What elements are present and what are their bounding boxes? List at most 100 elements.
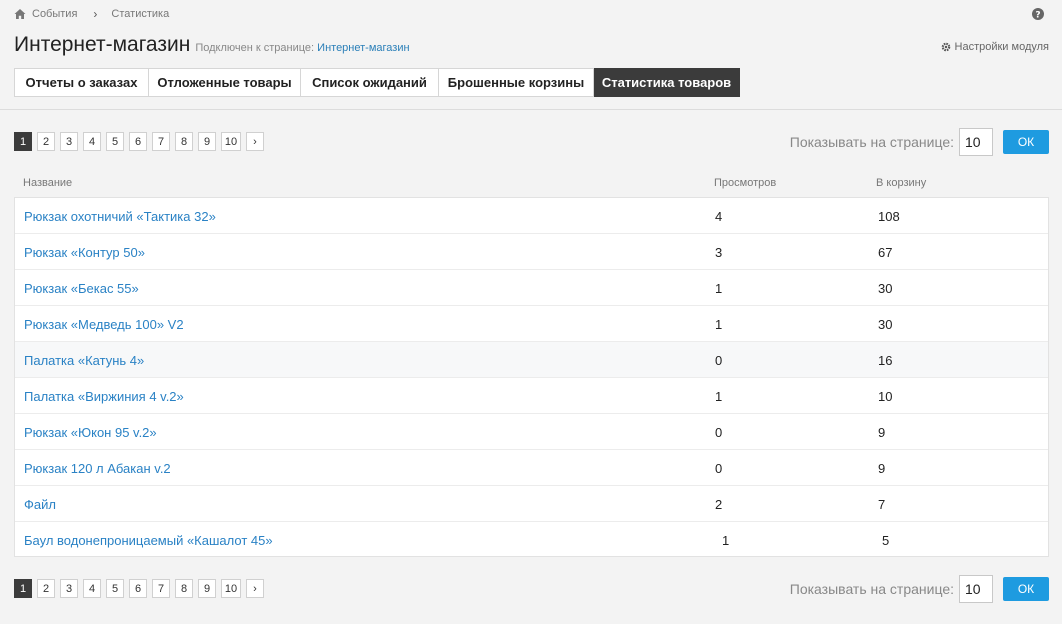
views-count: 3 [715, 245, 723, 260]
page-8-button[interactable]: 8 [175, 579, 193, 598]
page-9-button[interactable]: 9 [198, 579, 216, 598]
svg-text:?: ? [1035, 11, 1040, 21]
table-row: Рюкзак «Медведь 100» V2 1 30 [15, 306, 1048, 342]
ok-button[interactable]: ОК [1003, 130, 1049, 154]
product-name-link[interactable]: Рюкзак «Юкон 95 v.2» [24, 414, 157, 450]
breadcrumb: События › Статистика [14, 7, 169, 21]
breadcrumb-separator-icon: › [93, 7, 98, 21]
table-row: Рюкзак «Юкон 95 v.2» 0 9 [15, 414, 1048, 450]
views-count: 0 [715, 353, 723, 368]
page-10-button[interactable]: 10 [221, 579, 241, 598]
tab-deferred-products[interactable]: Отложенные товары [149, 68, 301, 97]
page-9-button[interactable]: 9 [198, 132, 216, 151]
pagination-top: 1 2 3 4 5 6 7 8 9 10 › Показывать на стр… [14, 128, 1049, 156]
cart-count: 67 [878, 245, 893, 260]
page-2-button[interactable]: 2 [37, 132, 55, 151]
table-row: Рюкзак 120 л Абакан v.2 0 9 [15, 450, 1048, 486]
tab-product-statistics[interactable]: Статистика товаров [594, 68, 740, 97]
product-name-link[interactable]: Рюкзак «Контур 50» [24, 234, 145, 270]
per-page-input[interactable] [959, 128, 993, 156]
tab-abandoned-carts[interactable]: Брошенные корзины [439, 68, 594, 97]
cart-count: 9 [878, 425, 886, 440]
views-count: 1 [715, 389, 723, 404]
table-row: Палатка «Катунь 4» 0 16 [15, 342, 1048, 378]
cart-count: 30 [878, 281, 893, 296]
ok-button[interactable]: ОК [1003, 577, 1049, 601]
page-2-button[interactable]: 2 [37, 579, 55, 598]
table-row: Рюкзак «Бекас 55» 1 30 [15, 270, 1048, 306]
table-row: Файл 2 7 [15, 486, 1048, 522]
cart-count: 5 [882, 533, 890, 548]
views-count: 2 [715, 497, 723, 512]
product-name-link[interactable]: Рюкзак «Медведь 100» V2 [24, 306, 184, 342]
cart-count: 7 [878, 497, 886, 512]
tab-wait-list[interactable]: Список ожиданий [301, 68, 439, 97]
module-settings-link[interactable]: Настройки модуля [941, 41, 1049, 53]
pagination-bottom: 1 2 3 4 5 6 7 8 9 10 › Показывать на стр… [14, 575, 1049, 603]
page-3-button[interactable]: 3 [60, 132, 78, 151]
table-row: Палатка «Виржиния 4 v.2» 1 10 [15, 378, 1048, 414]
table-row: Рюкзак охотничий «Тактика 32» 4 108 [15, 198, 1048, 234]
table-row: Рюкзак «Контур 50» 3 67 [15, 234, 1048, 270]
product-name-link[interactable]: Палатка «Виржиния 4 v.2» [24, 378, 184, 414]
page-4-button[interactable]: 4 [83, 132, 101, 151]
views-count: 4 [715, 209, 723, 224]
product-name-link[interactable]: Рюкзак охотничий «Тактика 32» [24, 198, 216, 234]
page-title: Интернет-магазин [14, 33, 191, 56]
page-1-button[interactable]: 1 [14, 579, 32, 598]
views-count: 1 [722, 533, 730, 548]
product-name-link[interactable]: Палатка «Катунь 4» [24, 342, 144, 378]
tab-order-reports[interactable]: Отчеты о заказах [14, 68, 149, 97]
page-6-button[interactable]: 6 [129, 132, 147, 151]
page-4-button[interactable]: 4 [83, 579, 101, 598]
column-views-header[interactable]: Просмотров [714, 177, 776, 189]
pager: 1 2 3 4 5 6 7 8 9 10 › [14, 132, 269, 151]
per-page-input[interactable] [959, 575, 993, 603]
per-page-label: Показывать на странице: [789, 581, 954, 597]
header-divider [0, 109, 1062, 110]
gear-icon [941, 42, 950, 52]
per-page-control: Показывать на странице: ОК [790, 575, 1049, 603]
next-page-icon[interactable]: › [246, 132, 264, 151]
subtitle-prefix: Подключен к странице: [195, 42, 315, 54]
help-icon[interactable]: ? [1032, 8, 1044, 20]
per-page-control: Показывать на странице: ОК [790, 128, 1049, 156]
per-page-label: Показывать на странице: [789, 134, 954, 150]
views-count: 1 [715, 317, 723, 332]
views-count: 1 [715, 281, 723, 296]
product-name-link[interactable]: Баул водонепроницаемый «Кашалот 45» [24, 522, 273, 558]
views-count: 0 [715, 461, 723, 476]
page-3-button[interactable]: 3 [60, 579, 78, 598]
table-header: Название Просмотров В корзину [14, 172, 1049, 196]
page-8-button[interactable]: 8 [175, 132, 193, 151]
tab-bar: Отчеты о заказах Отложенные товары Списо… [14, 68, 740, 97]
views-count: 0 [715, 425, 723, 440]
page-7-button[interactable]: 7 [152, 579, 170, 598]
column-cart-header[interactable]: В корзину [876, 177, 926, 189]
page-10-button[interactable]: 10 [221, 132, 241, 151]
cart-count: 9 [878, 461, 886, 476]
home-icon[interactable] [14, 8, 26, 20]
cart-count: 108 [878, 209, 900, 224]
page-6-button[interactable]: 6 [129, 579, 147, 598]
page-1-button[interactable]: 1 [14, 132, 32, 151]
title-row: Интернет-магазин Подключен к странице: И… [14, 33, 410, 57]
next-page-icon[interactable]: › [246, 579, 264, 598]
top-header: События › Статистика ? Интернет-магазин … [0, 0, 1062, 110]
pager: 1 2 3 4 5 6 7 8 9 10 › [14, 579, 269, 598]
product-name-link[interactable]: Рюкзак 120 л Абакан v.2 [24, 450, 171, 486]
subtitle-page-link[interactable]: Интернет-магазин [317, 42, 409, 54]
breadcrumb-item-events[interactable]: События [32, 8, 77, 20]
column-name-header[interactable]: Название [23, 177, 72, 189]
product-name-link[interactable]: Файл [24, 486, 56, 522]
page-7-button[interactable]: 7 [152, 132, 170, 151]
breadcrumb-item-statistics[interactable]: Статистика [111, 8, 169, 20]
page-subtitle: Подключен к странице: Интернет-магазин [195, 42, 409, 54]
page-5-button[interactable]: 5 [106, 579, 124, 598]
cart-count: 16 [878, 353, 893, 368]
table-row: Баул водонепроницаемый «Кашалот 45» 1 5 [15, 522, 1048, 558]
cart-count: 30 [878, 317, 893, 332]
product-name-link[interactable]: Рюкзак «Бекас 55» [24, 270, 139, 306]
page-5-button[interactable]: 5 [106, 132, 124, 151]
product-stats-table: Рюкзак охотничий «Тактика 32» 4 108 Рюкз… [14, 197, 1049, 557]
